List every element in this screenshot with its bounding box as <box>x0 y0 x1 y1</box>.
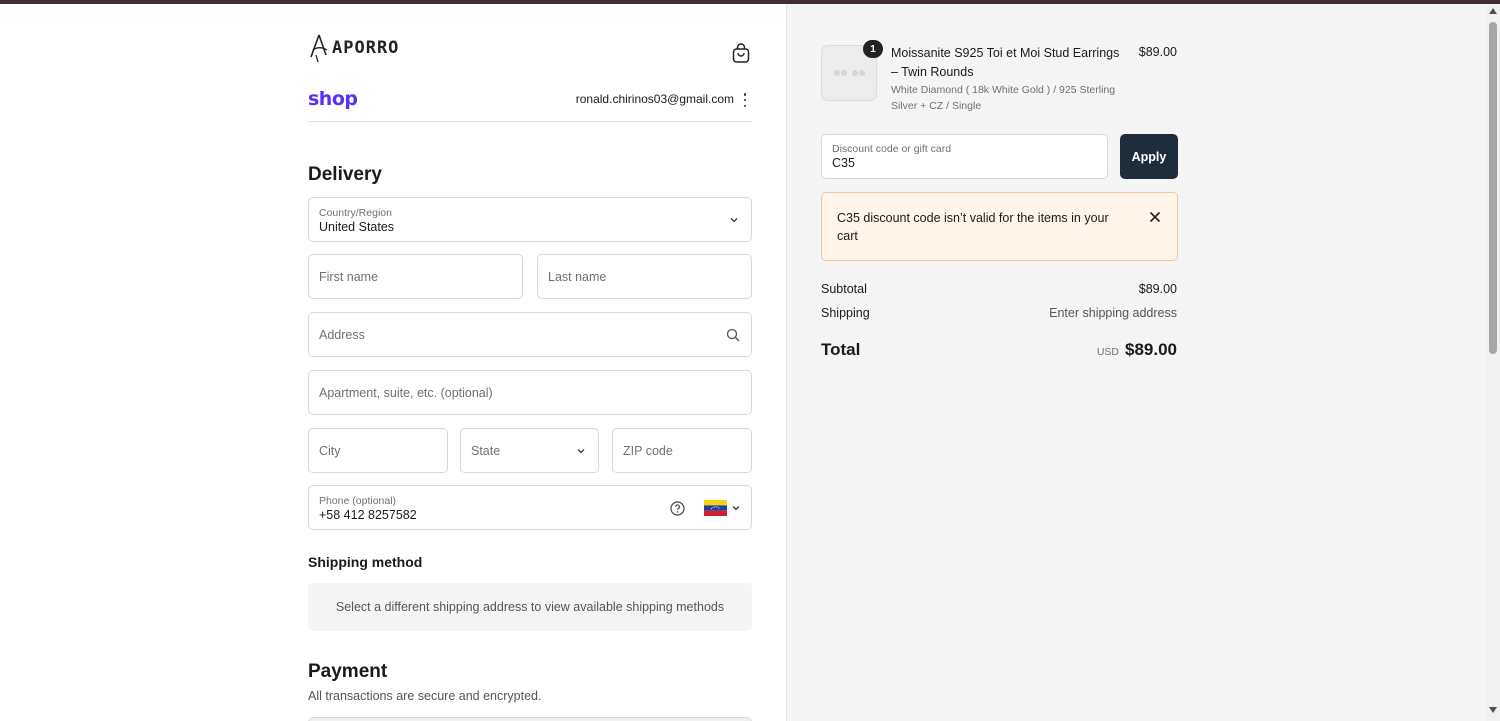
payment-options-box[interactable] <box>308 717 752 721</box>
country-value: United States <box>319 220 395 234</box>
discount-code-field[interactable]: Discount code or gift card C35 <box>821 134 1108 179</box>
state-select[interactable]: State <box>460 428 599 473</box>
zip-placeholder: ZIP code <box>623 443 673 458</box>
checkout-main: APORRO shop ronald.chirinos03@gmail.com … <box>0 4 786 721</box>
apply-button[interactable]: Apply <box>1120 134 1178 179</box>
shopping-bag-icon[interactable] <box>732 42 750 64</box>
phone-label: Phone (optional) <box>319 495 397 507</box>
account-menu-icon[interactable] <box>742 93 748 107</box>
order-summary: 1 Moissanite S925 Toi et Moi Stud Earrin… <box>786 4 1486 721</box>
total-label: Total <box>821 340 861 359</box>
shipping-value: Enter shipping address <box>1049 306 1177 320</box>
shipping-label: Shipping <box>821 306 870 320</box>
scroll-down-arrow-icon[interactable] <box>1486 707 1500 717</box>
zip-field[interactable]: ZIP code <box>612 428 752 473</box>
first-name-field[interactable]: First name <box>308 254 523 299</box>
city-placeholder: City <box>319 443 341 458</box>
address-placeholder: Address <box>319 327 365 342</box>
payment-subtitle: All transactions are secure and encrypte… <box>308 689 542 703</box>
apartment-placeholder: Apartment, suite, etc. (optional) <box>319 385 493 400</box>
product-image <box>834 70 865 76</box>
payment-heading: Payment <box>308 661 388 682</box>
account-email: ronald.chirinos03@gmail.com <box>575 92 734 106</box>
brand-name: APORRO <box>332 38 400 58</box>
last-name-field[interactable]: Last name <box>537 254 752 299</box>
chevron-down-icon[interactable] <box>731 503 741 513</box>
chevron-down-icon <box>577 448 585 453</box>
header-divider <box>308 121 752 122</box>
subtotal-value: $89.00 <box>1138 282 1177 296</box>
shipping-method-message: Select a different shipping address to v… <box>335 600 725 614</box>
brand-logo[interactable]: APORRO <box>308 32 399 64</box>
apartment-field[interactable]: Apartment, suite, etc. (optional) <box>308 370 752 415</box>
alert-message: C35 discount code isn’t valid for the it… <box>837 211 1109 243</box>
chevron-down-icon <box>730 217 738 222</box>
first-name-placeholder: First name <box>319 269 379 284</box>
country-label: Country/Region <box>319 207 392 219</box>
help-icon[interactable] <box>670 501 685 516</box>
search-icon <box>726 328 740 341</box>
discount-label: Discount code or gift card <box>832 143 952 155</box>
discount-value: C35 <box>832 156 855 170</box>
product-name: Moissanite S925 Toi et Moi Stud Earrings… <box>891 46 1120 79</box>
shipping-method-heading: Shipping method <box>308 554 423 570</box>
quantity-badge: 1 <box>863 40 883 58</box>
product-variant: White Diamond ( 18k White Gold ) / 925 S… <box>891 84 1116 112</box>
scroll-up-arrow-icon[interactable] <box>1486 8 1500 18</box>
page-scrollbar[interactable] <box>1486 4 1500 721</box>
shipping-method-notice: Select a different shipping address to v… <box>308 583 752 631</box>
phone-field[interactable]: Phone (optional) +58 412 8257582 <box>308 485 752 530</box>
subtotal-label: Subtotal <box>821 282 867 296</box>
close-icon[interactable] <box>1149 211 1161 223</box>
city-field[interactable]: City <box>308 428 448 473</box>
brand-mark-icon <box>310 34 328 63</box>
phone-value: +58 412 8257582 <box>319 508 417 522</box>
last-name-placeholder: Last name <box>548 269 607 284</box>
currency-code: USD <box>1096 346 1119 358</box>
state-placeholder: State <box>471 443 501 458</box>
address-field[interactable]: Address <box>308 312 752 357</box>
discount-error-alert: C35 discount code isn’t valid for the it… <box>821 192 1178 261</box>
shop-pay-logo: shop <box>308 88 358 110</box>
country-select[interactable]: Country/Region United States <box>308 197 752 242</box>
total-value: $89.00 <box>1125 340 1177 359</box>
delivery-heading: Delivery <box>308 164 382 185</box>
venezuela-flag-icon[interactable] <box>704 500 727 516</box>
product-price: $89.00 <box>1138 45 1177 59</box>
scrollbar-thumb[interactable] <box>1489 22 1497 354</box>
total-amount: USD $89.00 <box>1097 340 1177 360</box>
